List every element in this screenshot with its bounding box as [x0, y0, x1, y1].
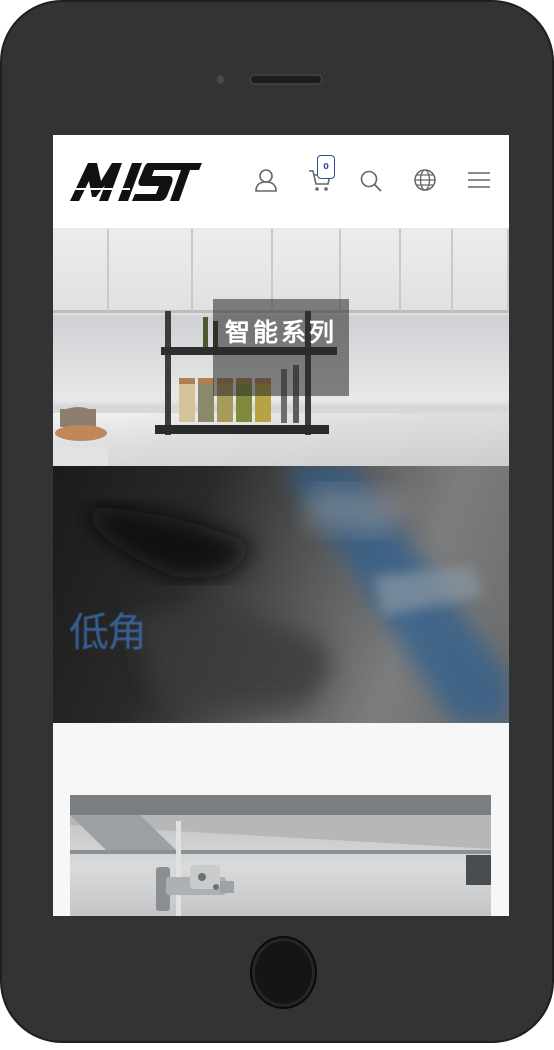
smart-series-banner[interactable]: 智能系列: [53, 229, 509, 466]
home-button[interactable]: [250, 936, 317, 1009]
hinge-icon: [156, 865, 234, 911]
promo-video[interactable]: 低角: [53, 466, 509, 723]
search-icon[interactable]: [358, 168, 384, 194]
user-icon[interactable]: [253, 167, 279, 193]
front-camera: [217, 75, 224, 84]
banner-title: 智能系列: [224, 318, 337, 347]
earpiece-speaker: [249, 74, 323, 85]
video-overlay-text: 低角: [69, 610, 147, 656]
hinge-product-image[interactable]: [70, 795, 491, 916]
site-header: 0: [53, 135, 509, 229]
cart-count-badge: 0: [317, 155, 335, 179]
mst-logo[interactable]: [70, 159, 202, 203]
globe-icon[interactable]: [412, 167, 438, 193]
banner-label[interactable]: 智能系列: [213, 299, 349, 396]
phone-screen: 0 智能系列 低角: [53, 135, 509, 916]
video-frame-image: [93, 466, 509, 723]
menu-icon[interactable]: [467, 168, 491, 192]
